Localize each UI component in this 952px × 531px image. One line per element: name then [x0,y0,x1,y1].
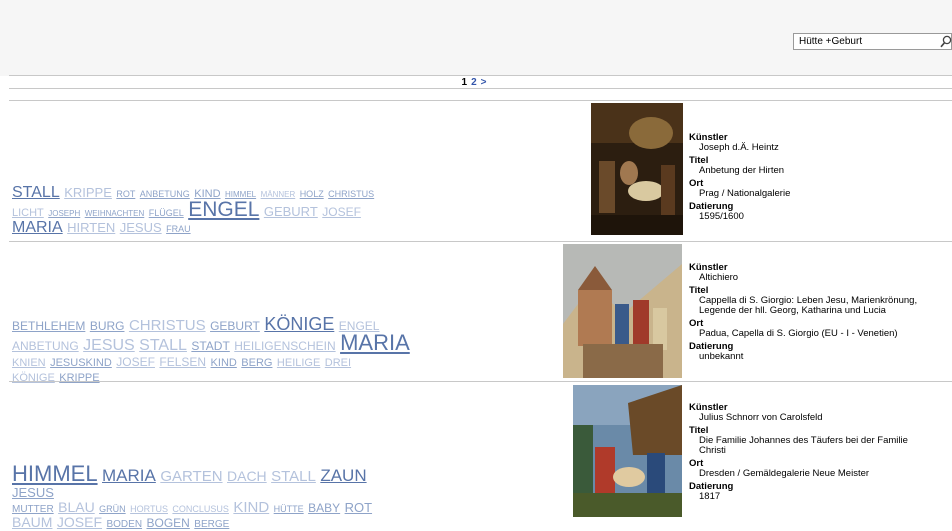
tag-line: KNIEN JESUSKIND JOSEF FELSEN KIND BERG H… [12,354,412,369]
tag-link[interactable]: HEILIGE [277,357,320,369]
artwork-info: Künstler Altichiero Titel Cappella di S.… [689,263,949,362]
tag-link[interactable]: HÜTTE [274,504,304,514]
tag-link[interactable]: DACH [227,468,267,484]
tag-link[interactable]: KÖNIGE [264,314,334,334]
tag-link[interactable]: FRAU [166,224,191,234]
tag-link[interactable]: JOSEF [322,205,361,219]
tag-link[interactable]: STADT [191,339,229,353]
tag-link[interactable]: HIMMEL [12,461,98,486]
tag-line: MUTTER BLAU GRÜN HORTUS CONCLUSUS KIND H… [12,500,412,515]
tag-link[interactable]: ANBETUNG [140,189,190,199]
date-value: unbekannt [699,351,744,362]
tag-link[interactable]: WEIHNACHTEN [85,209,145,218]
tag-line: BAUM JOSEF BODEN BOGEN BERGE [12,515,412,530]
tag-link[interactable]: FELSEN [159,355,206,369]
tag-link[interactable]: HORTUS [130,504,168,514]
tag-link[interactable]: MÄNNER [261,190,296,199]
tag-link[interactable]: GEBURT [264,204,318,219]
artist-value: Joseph d.Ä. Heintz [699,142,779,153]
title-value: Die Familie Johannes des Täufers bei der… [699,435,908,446]
date-value: 1595/1600 [699,211,744,222]
place-value: Padua, Capella di S. Giorgio (EU - I - V… [699,328,898,339]
search-icon[interactable] [940,35,952,48]
tag-link[interactable]: JESUS [12,485,54,500]
search-input[interactable] [794,34,939,49]
divider [9,75,952,76]
page-current: 1 [461,77,468,88]
tag-cloud: BETHLEHEM BURG CHRISTUS GEBURT KÖNIGE EN… [12,314,412,385]
title-value-cont: Christi [699,445,726,456]
date-label: Datierung [689,481,734,492]
artwork-info: Künstler Julius Schnorr von Carolsfeld T… [689,403,949,502]
tag-link[interactable]: BLAU [58,499,95,515]
title-value: Anbetung der Hirten [699,165,785,176]
tag-link[interactable]: KNIEN [12,357,46,369]
tag-line: HIMMEL MARIA GARTEN DACH STALL ZAUN JESU… [12,461,412,500]
result-row: STALL KRIPPE ROT ANBETUNG KIND HIMMEL MÄ… [0,101,952,240]
artist-value: Altichiero [699,272,739,283]
tag-link[interactable]: BERGE [194,519,229,530]
divider [9,88,952,89]
tag-link[interactable]: STALL [271,468,316,485]
tag-link[interactable]: ROT [345,500,372,515]
artwork-info: Künstler Joseph d.Ä. Heintz Titel Anbetu… [689,133,949,222]
tag-link[interactable]: KIND [211,357,237,369]
tag-link[interactable]: JESUS [83,337,135,354]
search-box[interactable] [793,33,952,50]
next-page-link[interactable]: > [481,77,487,88]
artist-value: Julius Schnorr von Carolsfeld [699,412,823,423]
tag-link[interactable]: JOSEF [116,355,155,369]
tag-link[interactable]: CHRISTUS [129,317,206,334]
tag-link[interactable]: BERG [241,357,272,369]
place-value: Dresden / Gemäldegalerie Neue Meister [699,468,870,479]
tag-line: MARIA HIRTEN JESUS FRAU [12,219,412,236]
tag-link[interactable]: GEBURT [210,319,260,333]
tag-link[interactable]: HEILIGENSCHEIN [234,339,335,353]
tag-link[interactable]: MARIA [12,219,63,236]
tag-link[interactable]: JOSEPH [48,209,80,218]
tag-link[interactable]: BURG [90,319,125,333]
tag-link[interactable]: CHRISTUS [328,189,374,199]
tag-link[interactable]: JESUS [120,220,162,235]
tag-link[interactable]: GRÜN [99,504,126,514]
result-row: BETHLEHEM BURG CHRISTUS GEBURT KÖNIGE EN… [0,242,952,384]
tag-link[interactable]: CONCLUSUS [172,504,229,514]
top-header-bar [0,0,952,76]
tag-link[interactable]: ROT [116,189,135,199]
artwork-thumbnail[interactable] [563,244,682,378]
tag-link[interactable]: KIND [233,499,269,516]
tag-link[interactable]: LICHT [12,207,44,219]
title-value-cont: Legende der hll. Georg, Katharina und Lu… [699,305,886,316]
tag-link[interactable]: HIRTEN [67,220,115,235]
tag-cloud: HIMMEL MARIA GARTEN DACH STALL ZAUN JESU… [12,461,412,531]
tag-link[interactable]: HOLZ [300,189,324,199]
tag-link[interactable]: STALL [139,337,187,354]
tag-link[interactable]: ZAUN [320,466,366,485]
tag-cloud: STALL KRIPPE ROT ANBETUNG KIND HIMMEL MÄ… [12,184,412,236]
artwork-thumbnail[interactable] [573,385,682,517]
tag-line: LICHT JOSEPH WEIHNACHTEN FLÜGEL ENGEL GE… [12,198,412,221]
tag-link[interactable]: GARTEN [160,468,222,485]
tag-link[interactable]: ANBETUNG [12,339,79,353]
tag-link[interactable]: BABY [308,501,340,515]
tag-link[interactable]: MARIA [102,466,156,485]
result-row: HIMMEL MARIA GARTEN DACH STALL ZAUN JESU… [0,382,952,530]
date-value: 1817 [699,491,721,502]
pagination: 1 2 > [0,77,952,88]
page-2-link[interactable]: 2 [471,77,477,88]
tag-link[interactable]: STALL [12,184,60,201]
tag-link[interactable]: DREI [325,357,351,369]
tag-link[interactable]: KRIPPE [64,185,112,200]
artwork-thumbnail[interactable] [591,103,683,235]
tag-link[interactable]: MARIA [340,330,410,355]
tag-link[interactable]: BOGEN [147,516,190,530]
tag-link[interactable]: BETHLEHEM [12,319,85,333]
tag-link[interactable]: ENGEL [188,198,259,221]
tag-link[interactable]: BODEN [106,519,142,530]
place-value: Prag / Nationalgalerie [699,188,791,199]
tag-link[interactable]: FLÜGEL [149,208,184,218]
tag-line: ANBETUNG JESUS STALL STADT HEILIGENSCHEI… [12,330,412,355]
tag-link[interactable]: JESUSKIND [50,357,112,369]
